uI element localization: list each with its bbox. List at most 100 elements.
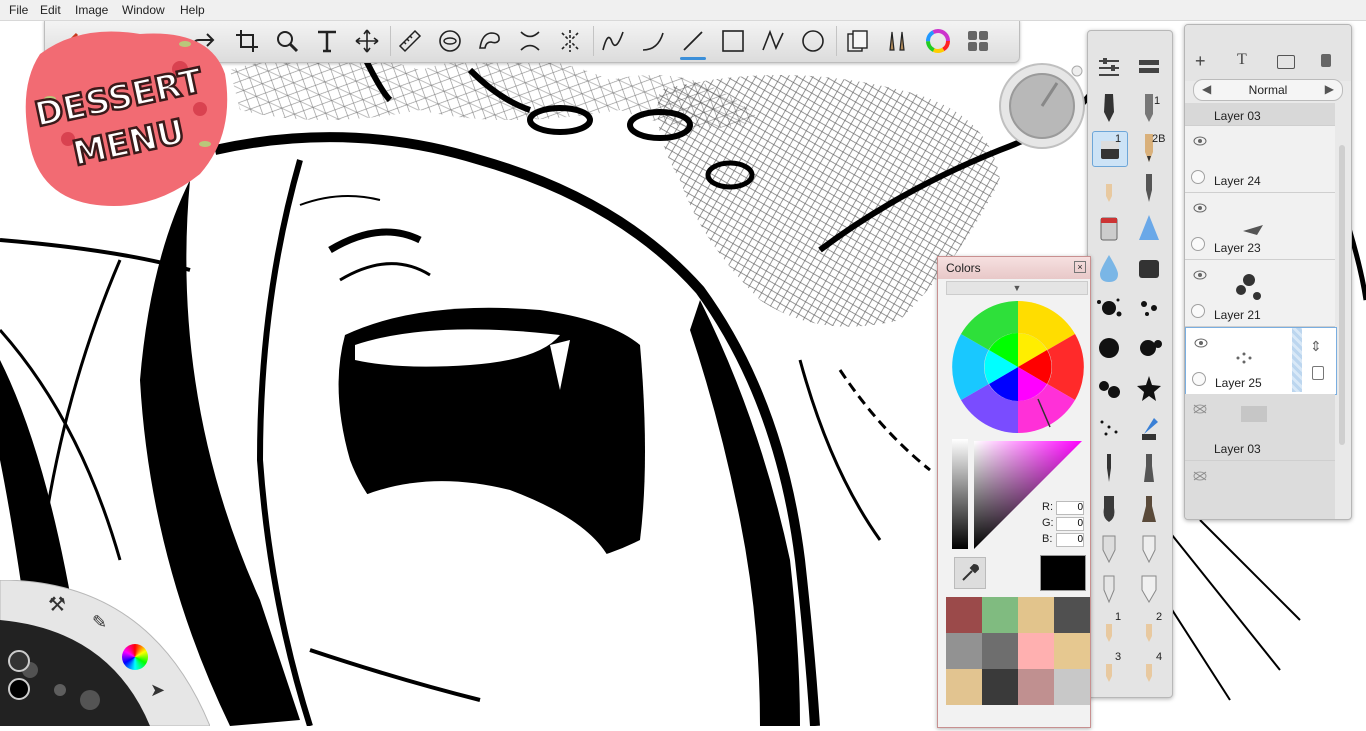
color-swatch[interactable] [982, 633, 1018, 669]
paint-bucket-icon[interactable] [1092, 211, 1126, 245]
technical-pen-brush-icon[interactable] [1132, 171, 1166, 205]
color-icon[interactable] [122, 644, 148, 670]
color-wheel[interactable] [950, 299, 1086, 435]
ink-pen-brush-icon[interactable] [1092, 91, 1126, 125]
eye-icon[interactable] [1194, 338, 1208, 348]
opacity-slider[interactable] [1292, 328, 1302, 392]
layer-select-radio[interactable] [1191, 237, 1205, 251]
eye-hidden-icon[interactable] [1193, 404, 1207, 414]
grayscale-strip[interactable] [952, 439, 968, 549]
layer-item-selected[interactable]: Layer 25 ⇕ [1185, 327, 1337, 395]
water-drop-brush-icon[interactable] [1092, 251, 1126, 285]
flat-brush-icon[interactable] [1132, 451, 1166, 485]
pencil-brush-icon[interactable] [1132, 91, 1166, 125]
layer-item[interactable]: Layer 23 [1185, 193, 1335, 260]
color-swatch[interactable] [1054, 597, 1090, 633]
soft-brush-icon[interactable] [1132, 531, 1166, 565]
layer-menu-icon[interactable] [1321, 54, 1331, 67]
brush-sets-icon[interactable] [1132, 51, 1166, 85]
layer-select-radio[interactable] [1192, 372, 1206, 386]
color-swatch[interactable] [946, 597, 982, 633]
felt-pen-brush-icon[interactable] [1092, 171, 1126, 205]
brush-size-icon[interactable] [8, 650, 30, 672]
eye-hidden-icon[interactable] [1193, 471, 1207, 481]
color-swatch[interactable] [1054, 669, 1090, 705]
add-image-layer-icon[interactable] [1277, 55, 1295, 69]
color-swatch[interactable] [946, 633, 982, 669]
layers-scrollbar[interactable] [1339, 145, 1345, 445]
blob-brush-icon[interactable] [1092, 331, 1126, 365]
color-swatch[interactable] [982, 669, 1018, 705]
layer-lock-icon[interactable] [1312, 366, 1324, 380]
layout-icon[interactable] [963, 26, 993, 56]
brush-icon[interactable]: ✎ [92, 612, 107, 633]
color-swatch[interactable] [1018, 597, 1054, 633]
stroke-icon[interactable] [598, 26, 628, 56]
perspective-icon[interactable] [555, 26, 585, 56]
layer-item[interactable] [1185, 461, 1335, 519]
text-icon[interactable] [312, 26, 342, 56]
eraser-brush-icon[interactable] [1092, 131, 1128, 167]
layer-item[interactable]: Layer 03 [1185, 103, 1335, 126]
line-icon[interactable] [678, 26, 708, 60]
paint-brush-icon[interactable] [1092, 451, 1126, 485]
crop-icon[interactable] [232, 26, 262, 56]
color-swatch[interactable] [1054, 633, 1090, 669]
layer-item[interactable]: Layer 03 [1185, 394, 1335, 461]
polyline-icon[interactable] [758, 26, 788, 56]
curve-icon[interactable] [638, 26, 668, 56]
navigation-puck[interactable] [997, 61, 1087, 151]
g-value-field[interactable]: 0 [1056, 517, 1084, 531]
color-swatch[interactable] [1018, 633, 1054, 669]
layer-item[interactable]: Layer 24 [1185, 126, 1335, 193]
blend-mode-selector[interactable]: ◀ Normal ▶ [1193, 79, 1343, 101]
colors-collapse-toggle[interactable]: ▼ [946, 281, 1088, 295]
transform-icon[interactable] [352, 26, 382, 56]
layer-move-icon[interactable]: ⇕ [1310, 338, 1322, 355]
speckle-brush-icon[interactable] [1092, 411, 1126, 445]
brush-opacity-icon[interactable] [8, 678, 30, 700]
texture-brush-icon[interactable] [1092, 571, 1126, 605]
symmetry-icon[interactable] [515, 26, 545, 56]
spatter-brush-icon[interactable] [1092, 371, 1126, 405]
round-brush-icon[interactable] [1092, 491, 1126, 525]
french-curve-icon[interactable] [475, 26, 505, 56]
copic-library-icon[interactable] [843, 26, 873, 56]
smudge-brush-icon[interactable] [1092, 531, 1126, 565]
blender-brush-icon[interactable] [1132, 411, 1166, 445]
splatter-large-brush-icon[interactable] [1132, 331, 1166, 365]
zoom-icon[interactable] [272, 26, 302, 56]
eyedropper-icon[interactable] [954, 557, 986, 589]
ellipse-guide-icon[interactable] [435, 26, 465, 56]
marker-brush-icon[interactable] [1132, 251, 1166, 285]
close-icon[interactable]: × [1074, 261, 1086, 273]
eye-icon[interactable] [1193, 270, 1207, 280]
layer-select-radio[interactable] [1191, 304, 1205, 318]
r-value-field[interactable]: 0 [1056, 501, 1084, 515]
b-value-field[interactable]: 0 [1056, 533, 1084, 547]
colors-title-bar[interactable]: Colors × [938, 257, 1090, 279]
airbrush-icon[interactable] [1132, 211, 1166, 245]
wide-brush-icon[interactable] [1132, 571, 1166, 605]
star-splatter-brush-icon[interactable] [1132, 371, 1166, 405]
brush-library-icon[interactable] [883, 26, 913, 56]
eye-icon[interactable] [1193, 136, 1207, 146]
rectangle-icon[interactable] [718, 26, 748, 56]
add-layer-icon[interactable]: + [1195, 51, 1206, 72]
layer-item[interactable]: Layer 21 [1185, 260, 1335, 327]
dots-brush-icon[interactable] [1132, 291, 1166, 325]
eye-icon[interactable] [1193, 203, 1207, 213]
splatter-brush-icon[interactable] [1092, 291, 1126, 325]
fan-brush-icon[interactable] [1132, 491, 1166, 525]
color-swatch[interactable] [946, 669, 982, 705]
current-color-swatch[interactable] [1040, 555, 1086, 591]
color-swatch[interactable] [982, 597, 1018, 633]
brush-properties-icon[interactable] [1092, 51, 1126, 85]
ruler-icon[interactable] [395, 26, 425, 56]
color-swatch[interactable] [1018, 669, 1054, 705]
layer-select-radio[interactable] [1191, 170, 1205, 184]
add-text-layer-icon[interactable]: T [1237, 51, 1247, 69]
color-wheel-icon[interactable] [923, 26, 953, 56]
tools-icon[interactable]: ⚒ [48, 592, 66, 617]
ellipse-icon[interactable] [798, 26, 828, 56]
